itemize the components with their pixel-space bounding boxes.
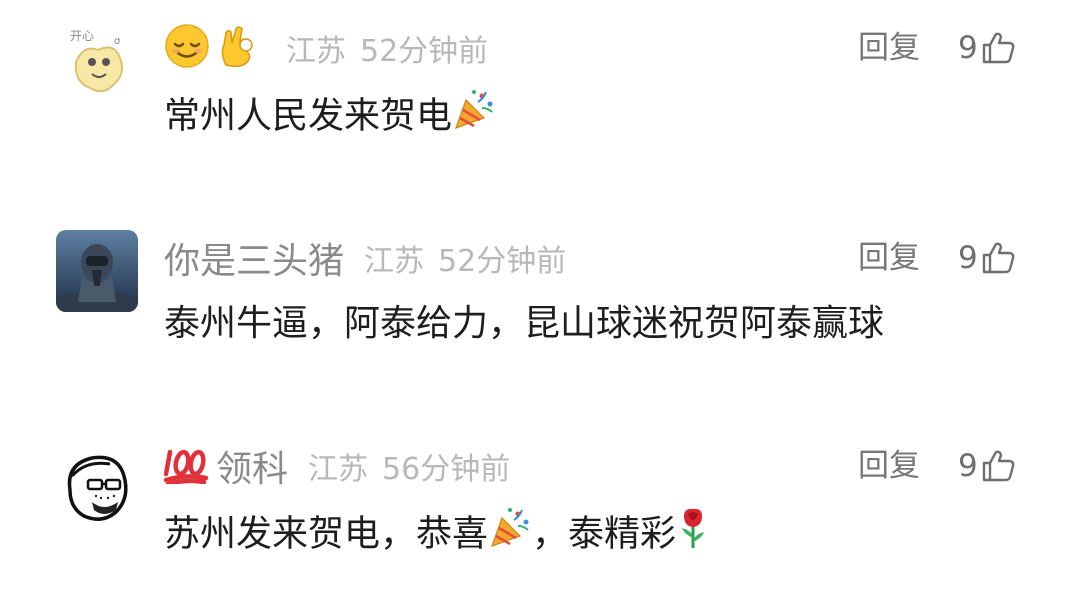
rose-emoji (676, 506, 710, 565)
like-count: 9 (958, 240, 978, 276)
comment-username[interactable]: 你是三头猪 (164, 232, 344, 284)
comment-time: 56分钟前 (382, 452, 511, 487)
reply-button[interactable]: 回复 (858, 438, 920, 494)
comment-location: 江苏 (364, 244, 425, 279)
reply-button[interactable]: 回复 (858, 230, 920, 286)
party-popper-emoji (488, 506, 532, 565)
like-button[interactable]: 9 (958, 438, 1016, 494)
comment-item: 领科 江苏 56分钟前 回复 9 苏州发来贺电，恭喜 ，泰精彩 (0, 0, 1080, 555)
comment-text-content: ，泰精彩 (532, 513, 677, 555)
comment-text-content: 苏州发来贺电，恭喜 (164, 513, 489, 555)
hundred-points-emoji (163, 444, 210, 488)
comment-location: 江苏 (308, 452, 369, 487)
comment-text: 苏州发来贺电，恭喜 ，泰精彩 (164, 506, 710, 558)
comment-username[interactable]: 领科 (216, 440, 288, 492)
comment-time: 52分钟前 (438, 244, 567, 279)
comment-text: 泰州牛逼，阿泰给力，昆山球迷祝贺阿泰赢球 (164, 303, 885, 344)
avatar[interactable] (56, 230, 138, 312)
like-button[interactable]: 9 (958, 230, 1016, 286)
comment-meta: 领科 江苏 56分钟前 (163, 438, 511, 494)
thumbs-up-icon (982, 450, 1015, 482)
avatar[interactable] (56, 446, 138, 528)
thumbs-up-icon (982, 242, 1015, 274)
like-count: 9 (958, 448, 978, 484)
comment-meta: 你是三头猪 江苏 52分钟前 (164, 230, 566, 286)
